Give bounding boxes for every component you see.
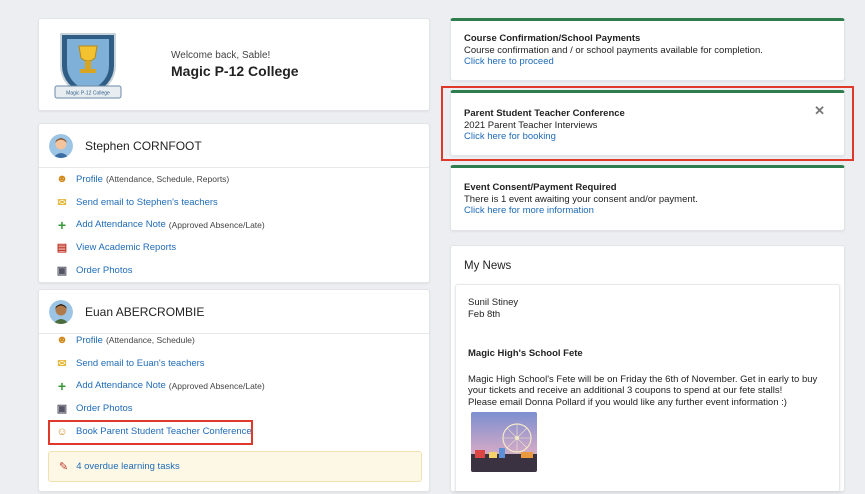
task-icon: ✎ <box>59 461 69 473</box>
welcome-card: Magic P-12 College Welcome back, Sable! … <box>38 18 430 111</box>
notice-title: Event Consent/Payment Required <box>464 182 617 193</box>
envelope-icon: ✉ <box>57 196 67 209</box>
news-date: Feb 8th <box>468 308 501 320</box>
school-name: Magic P-12 College <box>171 63 299 79</box>
user-icon: ☻ <box>56 334 68 347</box>
plus-icon: + <box>57 377 67 394</box>
news-panel: My News Sunil Stiney Feb 8th Magic High'… <box>450 245 845 492</box>
news-image[interactable] <box>471 412 537 472</box>
news-item: Sunil Stiney Feb 8th Magic High's School… <box>455 284 840 491</box>
notice-title: Course Confirmation/School Payments <box>464 33 641 44</box>
attendance-note-link[interactable]: + Add Attendance Note (Approved Absence/L… <box>56 214 265 237</box>
email-teachers-link[interactable]: ✉ Send email to Stephen's teachers <box>56 191 265 214</box>
notice-event-consent: Event Consent/Payment Required There is … <box>450 165 845 231</box>
student-card-stephen: Stephen CORNFOOT ☻ Profile (Attendance, S… <box>38 123 430 283</box>
profile-link[interactable]: ☻ Profile (Attendance, Schedule) <box>56 329 265 352</box>
highlight-box <box>48 420 253 445</box>
email-teachers-link[interactable]: ✉ Send email to Euan's teachers <box>56 352 265 375</box>
student-card-euan: Euan ABERCROMBIE ☻ Profile (Attendance, S… <box>38 289 430 492</box>
notice-link[interactable]: Click here to proceed <box>464 56 554 67</box>
news-headline: Magic High's School Fete <box>468 348 583 359</box>
academic-reports-link[interactable]: ▤ View Academic Reports <box>56 236 265 259</box>
report-icon: ▤ <box>56 242 68 255</box>
news-body: Magic High School's Fete will be on Frid… <box>468 373 818 397</box>
avatar <box>49 300 73 324</box>
student-name: Stephen CORNFOOT <box>85 139 202 153</box>
overdue-tasks-link[interactable]: 4 overdue learning tasks <box>76 461 180 472</box>
news-title: My News <box>464 260 512 272</box>
crest-ribbon-text: Magic P-12 College <box>66 91 110 97</box>
order-photos-link[interactable]: ▣ Order Photos <box>56 397 265 420</box>
profile-link[interactable]: ☻ Profile (Attendance, Schedule, Reports) <box>56 168 265 191</box>
notice-course-confirmation: Course Confirmation/School Payments Cour… <box>450 18 845 81</box>
plus-icon: + <box>57 216 67 233</box>
avatar <box>49 134 73 158</box>
camera-icon: ▣ <box>56 265 68 278</box>
envelope-icon: ✉ <box>57 357 67 370</box>
notice-text: There is 1 event awaiting your consent a… <box>464 193 698 205</box>
notice-text: Course confirmation and / or school paym… <box>464 44 763 56</box>
attendance-note-link[interactable]: + Add Attendance Note (Approved Absence/L… <box>56 375 265 398</box>
order-photos-link[interactable]: ▣ Order Photos <box>56 259 265 282</box>
notice-link[interactable]: Click here for more information <box>464 205 594 216</box>
student-header[interactable]: Euan ABERCROMBIE <box>49 299 204 325</box>
highlight-box <box>441 86 854 161</box>
student-header[interactable]: Stephen CORNFOOT <box>49 133 202 159</box>
overdue-tasks-banner[interactable]: ✎ 4 overdue learning tasks <box>48 451 422 482</box>
school-crest-icon: Magic P-12 College <box>54 33 122 100</box>
user-icon: ☻ <box>56 173 68 186</box>
camera-icon: ▣ <box>56 403 68 416</box>
student-name: Euan ABERCROMBIE <box>85 305 205 319</box>
welcome-greeting: Welcome back, Sable! <box>171 50 271 61</box>
news-author: Sunil Stiney <box>468 297 519 308</box>
news-body-contact: Please email Donna Pollard if you would … <box>468 396 787 408</box>
